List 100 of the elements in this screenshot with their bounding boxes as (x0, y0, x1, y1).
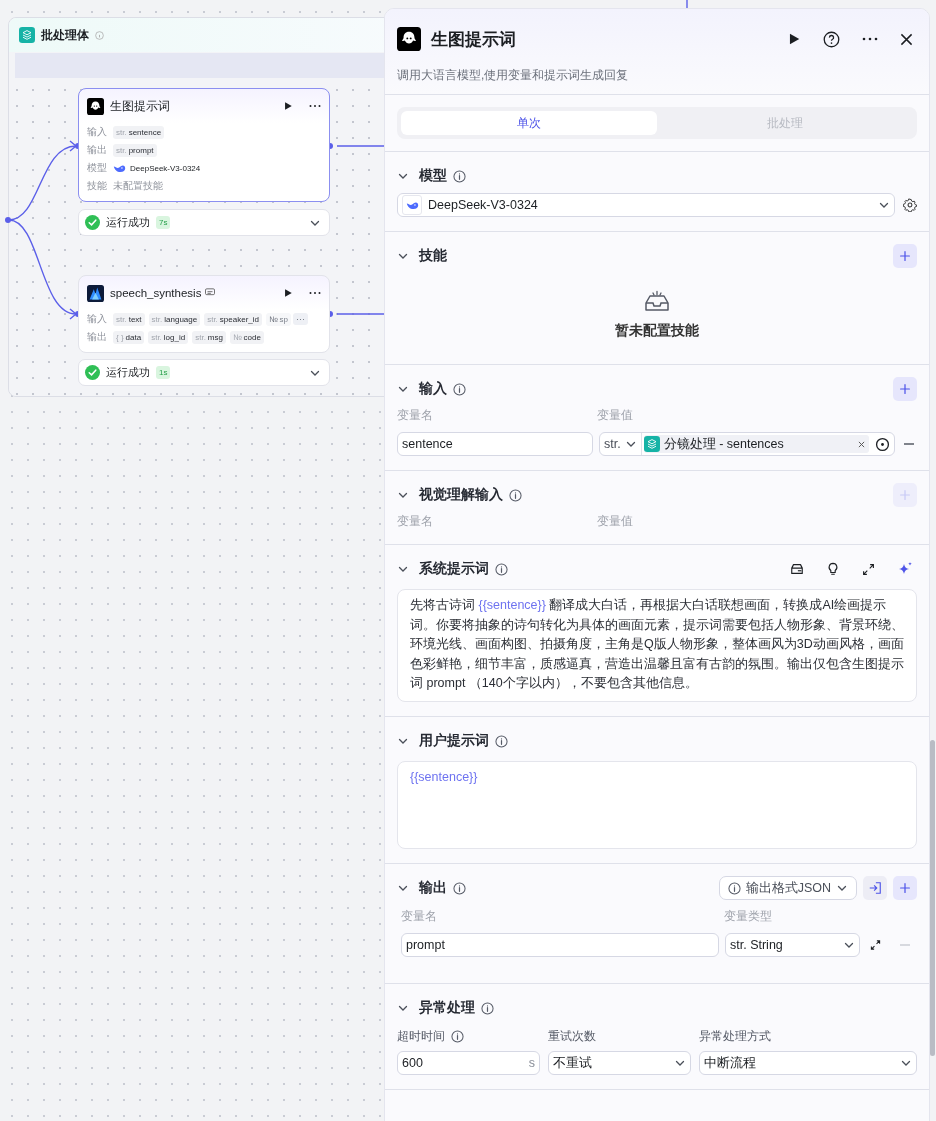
library-icon[interactable] (790, 562, 804, 576)
variable-tag: str. sentence (113, 125, 165, 139)
mode-tab[interactable]: 单次 (401, 111, 657, 135)
variable-tag: str. text (113, 312, 145, 326)
variable-tag: № code (230, 330, 264, 344)
field-label: 异常处理方式 (699, 1028, 771, 1045)
more-icon[interactable] (309, 104, 321, 108)
status-text: 运行成功 (106, 215, 150, 230)
whale-icon (405, 200, 419, 210)
option-select[interactable]: 中断流程 (699, 1051, 917, 1075)
edge-line (336, 313, 385, 315)
edge-line (336, 145, 385, 147)
node-title: 生图提示词 (110, 98, 171, 114)
system-prompt-field[interactable]: 先将古诗词 {{sentence}} 翻译成大白话，再根据大白话联想画面，转换成AI绘画提示词。你要将抽象的诗句转化为具体的画面元素，提示词需要包括人物形象、背景环绕、环境光线、画面构图、拍摄角度，主角是Q版人物形象，整体画风为3D动画风格，画面色彩鲜艳，细节丰富，质感逼真，营造出温馨且富有古韵的氛围。输出仅包含生图提示词 prompt （140个字以内），不要包含其他信息。 (397, 589, 917, 702)
plus-icon (898, 881, 912, 895)
empty-message: 暂未配置技能 (615, 322, 699, 340)
more-icon[interactable] (309, 291, 321, 295)
import-button[interactable] (863, 876, 887, 900)
expand-icon[interactable] (870, 938, 881, 952)
user-prompt-field[interactable]: {{sentence}} (397, 761, 917, 849)
timeout-field[interactable]: 600 s (397, 1051, 540, 1075)
lightbulb-icon[interactable] (826, 562, 840, 576)
skill-value: 未配置技能 (113, 179, 163, 193)
variable-tag: str. msg (192, 330, 226, 344)
variable-tag: № sp (266, 312, 292, 326)
close-icon[interactable] (900, 32, 913, 46)
row-label: 输出 (87, 330, 108, 344)
format-dropdown[interactable]: 输出格式JSON (718, 876, 857, 900)
target-icon[interactable] (875, 436, 890, 452)
plus-icon (898, 249, 912, 263)
variable-tag: str. log_id (148, 330, 189, 344)
app-icon (397, 27, 421, 51)
column-header: 变量名 (401, 908, 438, 925)
section-title: 输出 (419, 879, 447, 897)
section-title: 视觉理解输入 (419, 486, 503, 504)
column-header: 变量值 (597, 407, 634, 424)
model-select[interactable]: DeepSeek-V3-0324 (397, 193, 895, 217)
settings-icon[interactable] (903, 198, 917, 212)
panel-title: 生图提示词 (431, 28, 517, 51)
info-icon (95, 30, 104, 40)
check-circle-icon (85, 215, 100, 230)
help-icon[interactable] (823, 30, 840, 48)
row-label: 输入 (87, 125, 108, 139)
row-label: 输出 (87, 143, 108, 157)
section-title: 输入 (419, 380, 447, 398)
row-label: 模型 (87, 161, 108, 175)
group-title: 批处理体 (41, 26, 89, 44)
field-label: 超时时间 (397, 1028, 445, 1045)
more-icon[interactable] (862, 37, 878, 41)
inbox-icon (643, 290, 671, 314)
add-button[interactable] (893, 377, 917, 401)
layers-icon (19, 27, 35, 43)
duration-badge: 7s (156, 216, 171, 229)
whale-icon (113, 163, 126, 173)
node-card[interactable]: 生图提示词 输入 str. sentence 输出 str. prompt 模型 DeepSeek-V3-0324 技能 未配置技能 (78, 88, 330, 202)
variable-tag: { } data (113, 330, 145, 344)
section-title: 异常处理 (419, 999, 475, 1017)
layers-icon (643, 436, 660, 452)
column-header: 变量值 (597, 513, 634, 530)
run-status-bar[interactable]: 运行成功 7s (78, 209, 330, 236)
reference-chip[interactable]: 分镜处理 - sentences (643, 435, 869, 453)
plus-icon (898, 382, 912, 396)
section-title: 模型 (419, 167, 447, 185)
type-select[interactable]: str. (600, 433, 642, 455)
import-icon (868, 881, 882, 895)
option-select[interactable]: 不重试 (548, 1051, 691, 1075)
row-label: 输入 (87, 312, 108, 326)
variable-name-field[interactable]: prompt (401, 933, 719, 957)
panel-description: 调用大语言模型,使用变量和提示词生成回复 (397, 67, 630, 84)
app-icon (87, 97, 104, 115)
node-title: speech_synthesis (110, 287, 277, 299)
variable-tag: str. prompt (113, 143, 157, 157)
plus-icon (898, 488, 912, 502)
caption-icon (204, 288, 215, 297)
field-label: 重试次数 (548, 1028, 596, 1045)
variable-tag: str. speaker_id (204, 312, 262, 326)
column-header: 变量名 (397, 513, 434, 530)
node-card[interactable]: speech_synthesis 输入 str. text str. language str. speaker_id № sp ··· 输出 { } data str. log_id str. msg № code (78, 275, 330, 353)
play-icon[interactable] (283, 101, 293, 111)
column-header: 变量类型 (724, 908, 773, 925)
play-icon[interactable] (283, 288, 293, 298)
mountain-icon (87, 284, 104, 302)
add-button[interactable] (893, 876, 917, 900)
duration-badge: 1s (156, 366, 171, 379)
variable-tag: str. language (148, 312, 201, 326)
expand-icon[interactable] (862, 562, 875, 576)
edge-line (686, 0, 688, 9)
section-title: 系统提示词 (419, 560, 489, 578)
status-text: 运行成功 (106, 365, 150, 380)
port-dot[interactable] (5, 217, 11, 223)
type-select[interactable]: str. String (725, 933, 860, 957)
section-title: 技能 (419, 247, 447, 265)
more-tags-button[interactable]: ··· (293, 313, 309, 325)
row-label: 技能 (87, 179, 108, 193)
add-button[interactable] (893, 244, 917, 268)
section-title: 用户提示词 (419, 732, 489, 750)
run-status-bar[interactable]: 运行成功 1s (78, 359, 330, 386)
play-icon[interactable] (787, 32, 801, 46)
scrollbar[interactable] (930, 740, 935, 1056)
variable-name-field[interactable]: sentence (397, 432, 593, 456)
